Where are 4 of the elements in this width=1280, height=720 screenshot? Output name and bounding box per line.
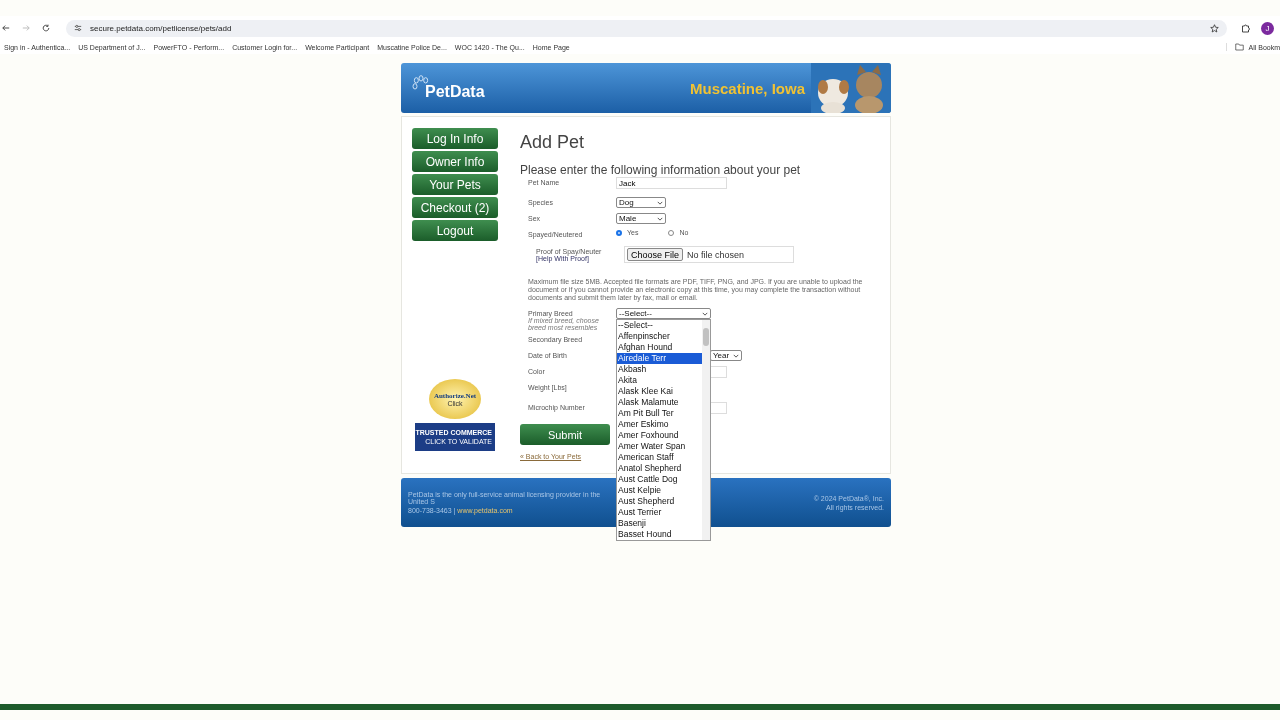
page-title: Add Pet bbox=[520, 132, 586, 153]
page-subtitle: Please enter the following information about your pet bbox=[520, 163, 802, 177]
banner-location: Muscatine, Iowa bbox=[689, 79, 805, 97]
file-status: No file chosen bbox=[687, 249, 745, 260]
